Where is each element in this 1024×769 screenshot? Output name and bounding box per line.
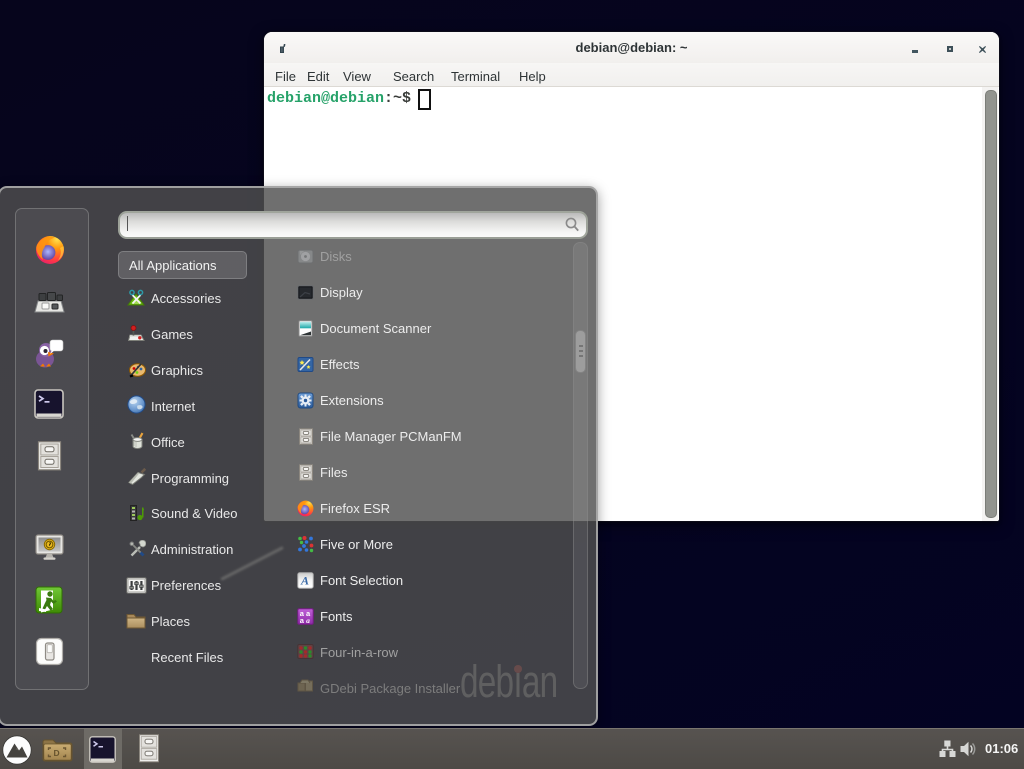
svg-text:A: A: [300, 574, 309, 588]
svg-text:a a: a a: [300, 616, 310, 625]
svg-text:D: D: [54, 748, 60, 758]
